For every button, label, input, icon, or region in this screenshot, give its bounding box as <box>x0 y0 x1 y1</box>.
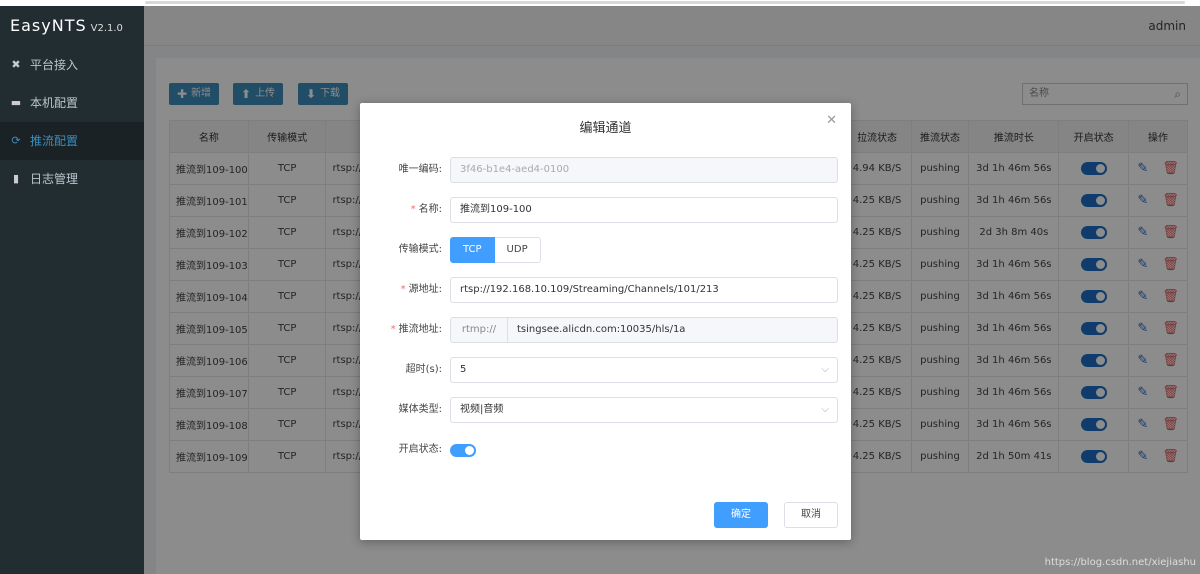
refresh-icon: ⟳ <box>11 134 21 147</box>
sidebar-item-label: 本机配置 <box>30 96 79 110</box>
app-version: V2.1.0 <box>90 23 123 34</box>
enable-label: 开启状态: <box>398 444 442 455</box>
source-url-field[interactable]: rtsp://192.168.10.109/Streaming/Channels… <box>450 277 838 303</box>
chevron-down-icon: ⌵ <box>821 404 829 415</box>
timeout-row: 超时(s): 5 ⌵ <box>360 357 851 383</box>
source-label: * 源地址: <box>400 284 442 295</box>
media-type-select[interactable]: 视频|音频 ⌵ <box>450 397 838 423</box>
sidebar: EasyNTS V2.1.0 ✖ 平台接入 ▬ 本机配置 ⟳ 推流配置 ▮ 日志管理 <box>0 6 144 574</box>
name-label: * 名称: <box>410 204 442 215</box>
required-mark: * <box>410 204 416 215</box>
app-name: EasyNTS <box>10 16 87 35</box>
close-icon[interactable]: ✕ <box>826 113 837 128</box>
media-type-value: 视频|音频 <box>460 404 504 415</box>
sidebar-item-local-config[interactable]: ▬ 本机配置 <box>0 84 144 122</box>
timeout-select[interactable]: 5 ⌵ <box>450 357 838 383</box>
media-row: 媒体类型: 视频|音频 ⌵ <box>360 397 851 423</box>
required-mark: * <box>400 284 406 295</box>
cancel-button[interactable]: 取消 <box>784 502 838 528</box>
timeout-label: 超时(s): <box>405 364 442 375</box>
brand-logo[interactable]: EasyNTS V2.1.0 <box>0 6 144 46</box>
uid-field: 3f46-b1e4-aed4-0100 <box>450 157 838 183</box>
push-url-field[interactable]: tsingsee.alicdn.com:10035/hls/1a <box>507 317 838 343</box>
watermark: https://blog.csdn.net/xiejiashu <box>1044 557 1196 568</box>
sidebar-item-push-config[interactable]: ⟳ 推流配置 <box>0 122 144 160</box>
name-field[interactable]: 推流到109-100 <box>450 197 838 223</box>
puzzle-icon: ✖ <box>11 58 21 71</box>
file-icon: ▮ <box>12 172 20 185</box>
dialog-title: 编辑通道 <box>579 121 632 136</box>
name-row: * 名称: 推流到109-100 <box>360 197 851 223</box>
push-row: * 推流地址: rtmp:// tsingsee.alicdn.com:10035… <box>360 317 851 343</box>
edit-channel-dialog: 编辑通道 ✕ 唯一编码: 3f46-b1e4-aed4-0100 * 名称: 推流… <box>360 103 851 540</box>
mode-row: 传输模式: TCP UDP <box>360 237 851 263</box>
sidebar-item-label: 平台接入 <box>30 58 79 72</box>
chevron-down-icon: ⌵ <box>821 364 829 375</box>
mode-option-tcp[interactable]: TCP <box>450 237 495 263</box>
mode-label: 传输模式: <box>398 244 442 255</box>
push-url-prefix: rtmp:// <box>450 317 508 343</box>
sidebar-item-platform[interactable]: ✖ 平台接入 <box>0 46 144 84</box>
monitor-icon: ▬ <box>10 96 22 109</box>
uid-row: 唯一编码: 3f46-b1e4-aed4-0100 <box>360 157 851 183</box>
push-label: * 推流地址: <box>390 324 442 335</box>
confirm-button[interactable]: 确定 <box>714 502 768 528</box>
media-label: 媒体类型: <box>398 404 442 415</box>
enable-row: 开启状态: <box>360 437 851 463</box>
sidebar-item-label: 日志管理 <box>30 172 79 186</box>
source-row: * 源地址: rtsp://192.168.10.109/Streaming/Ch… <box>360 277 851 303</box>
enable-switch[interactable] <box>450 444 476 457</box>
sidebar-item-label: 推流配置 <box>30 134 79 148</box>
timeout-value: 5 <box>460 364 467 375</box>
mode-option-udp[interactable]: UDP <box>494 237 541 263</box>
sidebar-item-logs[interactable]: ▮ 日志管理 <box>0 160 144 198</box>
required-mark: * <box>390 324 396 335</box>
uid-label: 唯一编码: <box>398 164 442 175</box>
browser-scrollbar[interactable] <box>145 1 1185 4</box>
mode-toggle-group: TCP UDP <box>450 237 541 263</box>
